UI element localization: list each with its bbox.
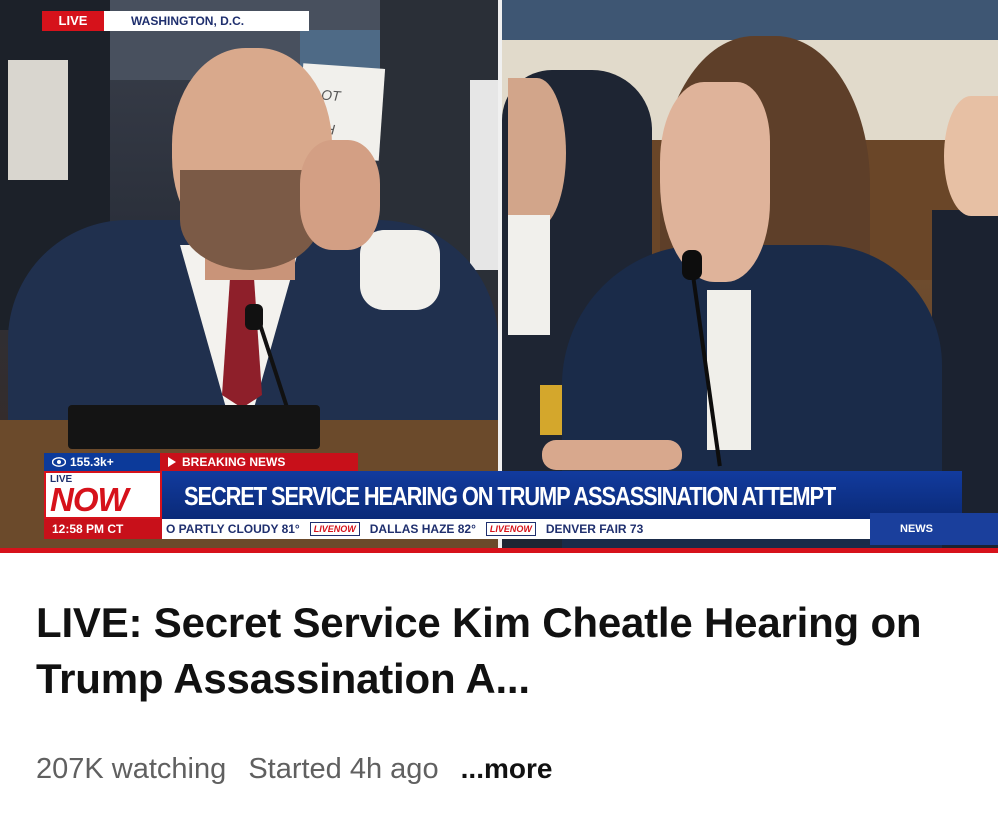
chyron-top-row: 155.3k+ BREAKING NEWS bbox=[44, 453, 358, 471]
eye-icon bbox=[52, 457, 66, 467]
video-title[interactable]: LIVE: Secret Service Kim Cheatle Hearing… bbox=[36, 595, 976, 707]
ticker-item: DALLAS HAZE 82° bbox=[369, 522, 476, 536]
headline-text: SECRET SERVICE HEARING ON TRUMP ASSASSIN… bbox=[184, 481, 836, 511]
live-location-bug: LIVE WASHINGTON, D.C. bbox=[42, 11, 309, 31]
speaker-hand bbox=[300, 140, 380, 250]
microphone-icon bbox=[682, 250, 702, 280]
page: OT H bbox=[0, 0, 998, 830]
video-player[interactable]: OT H bbox=[0, 0, 998, 553]
background-agent-shirt bbox=[508, 215, 550, 335]
location-label: WASHINGTON, D.C. bbox=[104, 11, 309, 31]
ticker-item: O PARTLY CLOUDY 81° bbox=[166, 522, 300, 536]
video-meta: 207K watching Started 4h ago ...more bbox=[36, 753, 566, 786]
microphone-icon bbox=[245, 304, 263, 330]
more-link[interactable]: ...more bbox=[461, 753, 553, 784]
background-panel bbox=[502, 0, 998, 40]
live-badge: LIVE bbox=[42, 11, 104, 31]
witness-face bbox=[660, 82, 770, 282]
background-shirt bbox=[8, 60, 68, 180]
background-paper bbox=[470, 80, 498, 270]
started-time: Started 4h ago bbox=[248, 753, 439, 785]
play-triangle-icon bbox=[168, 457, 176, 467]
livenow-now-text: NOW bbox=[50, 481, 129, 518]
ticker-time: 12:58 PM CT bbox=[44, 519, 162, 539]
livenow-mini-logo: LIVENOW bbox=[309, 522, 360, 536]
livenow-logo: LIVE NOW bbox=[44, 471, 162, 519]
witness-hands bbox=[542, 440, 682, 470]
speaker-sleeve bbox=[360, 230, 440, 310]
breaking-news-label: BREAKING NEWS bbox=[160, 453, 358, 471]
view-count: 155.3k+ bbox=[44, 453, 160, 471]
video-info-panel: LIVE: Secret Service Kim Cheatle Hearing… bbox=[0, 553, 998, 830]
ticker-item: DENVER FAIR 73 bbox=[545, 522, 644, 536]
news-ticker: 12:58 PM CT O PARTLY CLOUDY 81° LIVENOW … bbox=[44, 519, 998, 539]
watching-count: 207K watching bbox=[36, 753, 227, 785]
view-count-text: 155.3k+ bbox=[70, 455, 114, 469]
breaking-news-text: BREAKING NEWS bbox=[182, 455, 286, 469]
ticker-items: O PARTLY CLOUDY 81° LIVENOW DALLAS HAZE … bbox=[162, 519, 862, 539]
speaker-beard bbox=[180, 170, 320, 270]
background-agent-head bbox=[508, 78, 566, 228]
tablet bbox=[68, 405, 320, 449]
headline-bar: SECRET SERVICE HEARING ON TRUMP ASSASSIN… bbox=[162, 471, 962, 519]
livenow-mini-logo: LIVENOW bbox=[485, 522, 536, 536]
news-tag: NEWS bbox=[870, 513, 998, 545]
background-person-head bbox=[944, 96, 998, 216]
